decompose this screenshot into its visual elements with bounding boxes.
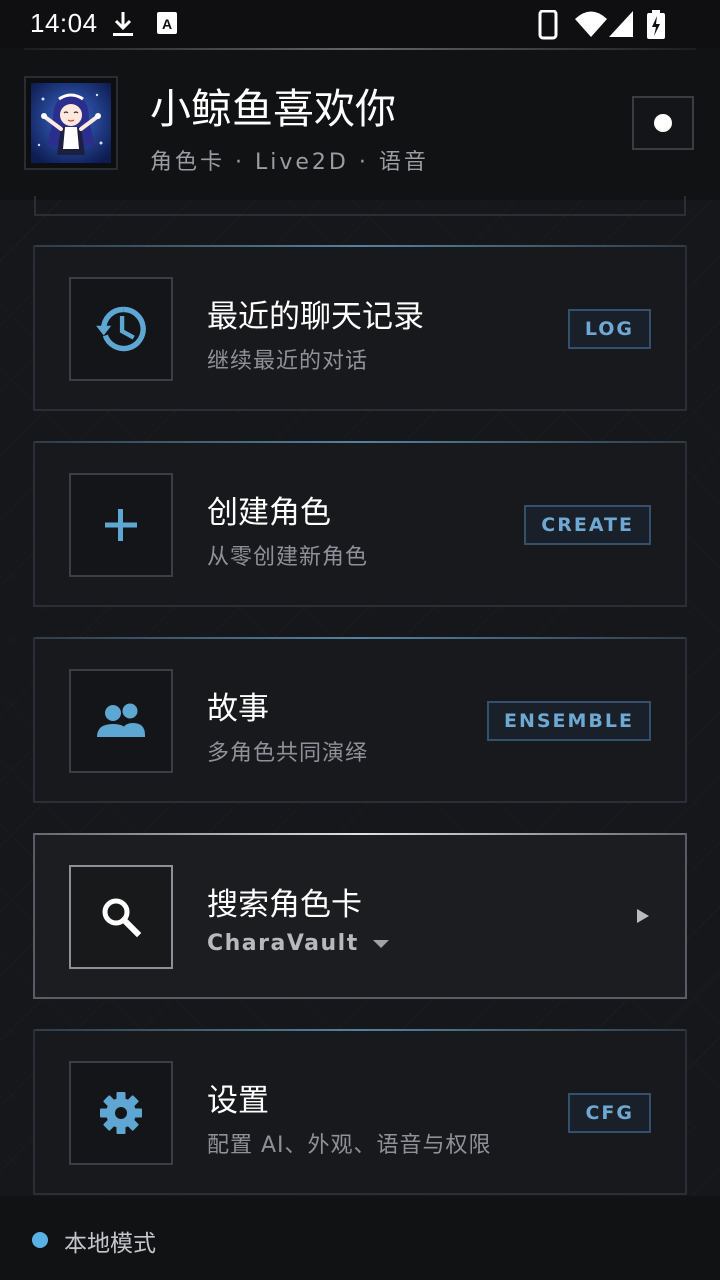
record-button[interactable] — [632, 96, 694, 150]
card-description: 配置 AI、外观、语音与权限 — [207, 1133, 492, 1158]
plus-icon — [105, 509, 137, 541]
history-icon — [96, 306, 146, 352]
character-avatar-image — [31, 83, 111, 163]
card-title: 创建角色 — [207, 495, 331, 531]
phone-icon — [538, 10, 558, 40]
menu-card-settings[interactable]: 设置 配置 AI、外观、语音与权限 CFG — [33, 1029, 687, 1195]
battery-charging-icon — [647, 10, 665, 39]
icon-box — [69, 865, 173, 969]
download-icon — [113, 12, 133, 36]
card-tag: CFG — [568, 1093, 651, 1133]
app-header: 小鲸鱼喜欢你 角色卡 · Live2D · 语音 — [0, 48, 720, 200]
card-title: 故事 — [207, 691, 269, 727]
app-screen: 14:04 A 小鲸鱼喜欢你 角色卡 · Live2D · 语音 最近的聊天记录… — [0, 0, 720, 1280]
card-tag: CREATE — [524, 505, 651, 545]
record-dot-icon — [654, 114, 672, 132]
icon-box — [69, 277, 173, 381]
card-stub — [34, 196, 686, 216]
status-bar: 14:04 A — [0, 0, 720, 48]
menu-card-create-character[interactable]: 创建角色 从零创建新角色 CREATE — [33, 441, 687, 607]
signal-icon — [609, 11, 633, 37]
icon-box — [69, 669, 173, 773]
keyboard-a-icon: A — [157, 12, 177, 34]
menu-card-search-cards[interactable]: 搜索角色卡 CharaVault — [33, 833, 687, 999]
wifi-icon — [575, 11, 607, 37]
status-dot-icon — [32, 1232, 48, 1248]
card-title: 设置 — [207, 1083, 269, 1119]
card-title: 搜索角色卡 — [207, 887, 362, 923]
group-icon — [97, 703, 145, 737]
menu-card-recent-chats[interactable]: 最近的聊天记录 继续最近的对话 LOG — [33, 245, 687, 411]
search-icon — [102, 898, 142, 938]
page-title: 小鲸鱼喜欢你 — [150, 85, 396, 133]
svg-text:A: A — [162, 16, 172, 32]
avatar[interactable] — [24, 76, 118, 170]
caret-down-icon — [372, 939, 389, 948]
card-description: 多角色共同演绎 — [207, 741, 369, 766]
gear-icon — [100, 1092, 142, 1134]
menu-card-story[interactable]: 故事 多角色共同演绎 ENSEMBLE — [33, 637, 687, 803]
source-dropdown-value: CharaVault — [207, 931, 359, 956]
card-title: 最近的聊天记录 — [207, 299, 424, 335]
icon-box — [69, 473, 173, 577]
status-time: 14:04 — [30, 8, 98, 38]
mode-label: 本地模式 — [64, 1231, 156, 1257]
card-tag: ENSEMBLE — [486, 701, 651, 741]
icon-box — [69, 1061, 173, 1165]
page-subtitle: 角色卡 · Live2D · 语音 — [150, 150, 429, 175]
card-description: 从零创建新角色 — [207, 545, 369, 570]
source-dropdown[interactable]: CharaVault — [207, 931, 389, 956]
play-arrow-icon — [637, 909, 649, 923]
card-tag: LOG — [567, 309, 651, 349]
footer-status: 本地模式 — [0, 1196, 720, 1280]
card-description: 继续最近的对话 — [207, 349, 369, 374]
